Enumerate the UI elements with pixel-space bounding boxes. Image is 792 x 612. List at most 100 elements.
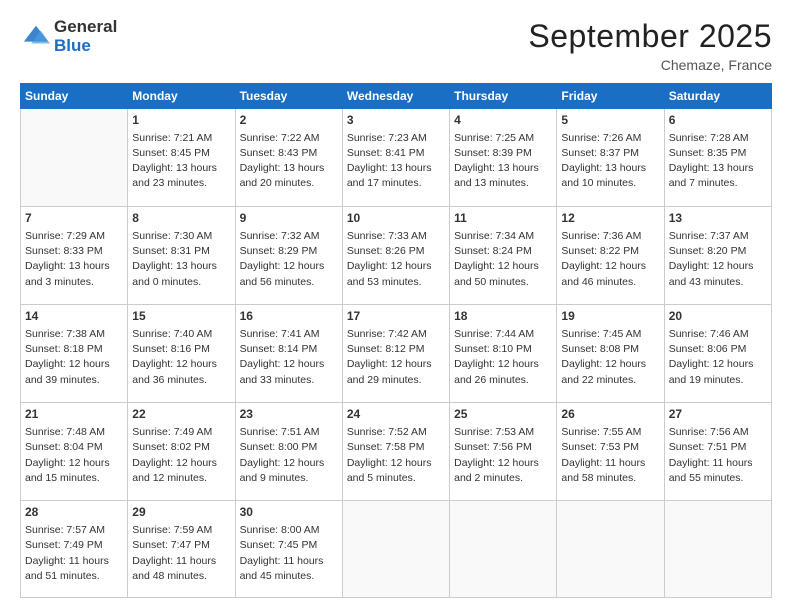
day-info: Sunrise: 7:40 AM Sunset: 8:16 PM Dayligh… bbox=[132, 327, 230, 388]
month-title: September 2025 bbox=[528, 18, 772, 55]
day-number: 24 bbox=[347, 406, 445, 423]
logo: General Blue bbox=[20, 18, 117, 55]
calendar-cell: 6 Sunrise: 7:28 AM Sunset: 8:35 PM Daylig… bbox=[664, 109, 771, 207]
day-info: Sunrise: 7:21 AM Sunset: 8:45 PM Dayligh… bbox=[132, 131, 230, 192]
day-info: Sunrise: 7:33 AM Sunset: 8:26 PM Dayligh… bbox=[347, 229, 445, 290]
day-info: Sunrise: 7:25 AM Sunset: 8:39 PM Dayligh… bbox=[454, 131, 552, 192]
calendar: SundayMondayTuesdayWednesdayThursdayFrid… bbox=[20, 83, 772, 598]
day-number: 25 bbox=[454, 406, 552, 423]
day-number: 16 bbox=[240, 308, 338, 325]
day-info: Sunrise: 7:48 AM Sunset: 8:04 PM Dayligh… bbox=[25, 425, 123, 486]
calendar-cell: 7Sunrise: 7:29 AM Sunset: 8:33 PM Daylig… bbox=[21, 207, 128, 305]
day-info: Sunrise: 7:53 AM Sunset: 7:56 PM Dayligh… bbox=[454, 425, 552, 486]
day-info: Sunrise: 7:42 AM Sunset: 8:12 PM Dayligh… bbox=[347, 327, 445, 388]
day-number: 18 bbox=[454, 308, 552, 325]
day-number: 23 bbox=[240, 406, 338, 423]
calendar-cell: 28Sunrise: 7:57 AM Sunset: 7:49 PM Dayli… bbox=[21, 501, 128, 598]
day-info: Sunrise: 7:55 AM Sunset: 7:53 PM Dayligh… bbox=[561, 425, 659, 486]
day-number: 17 bbox=[347, 308, 445, 325]
day-number: 9 bbox=[240, 210, 338, 227]
calendar-cell: 16 Sunrise: 7:41 AM Sunset: 8:14 PM Dayli… bbox=[235, 305, 342, 403]
header-row: SundayMondayTuesdayWednesdayThursdayFrid… bbox=[21, 84, 772, 109]
day-number: 2 bbox=[240, 112, 338, 129]
calendar-cell: 10Sunrise: 7:33 AM Sunset: 8:26 PM Dayli… bbox=[342, 207, 449, 305]
day-number: 11 bbox=[454, 210, 552, 227]
day-info: Sunrise: 7:41 AM Sunset: 8:14 PM Dayligh… bbox=[240, 327, 338, 388]
day-info: Sunrise: 7:26 AM Sunset: 8:37 PM Dayligh… bbox=[561, 131, 659, 192]
day-info: Sunrise: 7:23 AM Sunset: 8:41 PM Dayligh… bbox=[347, 131, 445, 192]
calendar-cell: 27 Sunrise: 7:56 AM Sunset: 7:51 PM Dayli… bbox=[664, 403, 771, 501]
day-info: Sunrise: 7:30 AM Sunset: 8:31 PM Dayligh… bbox=[132, 229, 230, 290]
day-info: Sunrise: 7:32 AM Sunset: 8:29 PM Dayligh… bbox=[240, 229, 338, 290]
calendar-cell: 29 Sunrise: 7:59 AM Sunset: 7:47 PM Dayli… bbox=[128, 501, 235, 598]
header: General Blue September 2025 Chemaze, Fra… bbox=[20, 18, 772, 73]
day-number: 21 bbox=[25, 406, 123, 423]
calendar-cell: 2 Sunrise: 7:22 AM Sunset: 8:43 PM Daylig… bbox=[235, 109, 342, 207]
calendar-cell: 5Sunrise: 7:26 AM Sunset: 8:37 PM Daylig… bbox=[557, 109, 664, 207]
calendar-cell: 19 Sunrise: 7:45 AM Sunset: 8:08 PM Dayli… bbox=[557, 305, 664, 403]
col-header-sunday: Sunday bbox=[21, 84, 128, 109]
day-number: 22 bbox=[132, 406, 230, 423]
day-info: Sunrise: 7:57 AM Sunset: 7:49 PM Dayligh… bbox=[25, 523, 123, 584]
calendar-cell: 1 Sunrise: 7:21 AM Sunset: 8:45 PM Daylig… bbox=[128, 109, 235, 207]
day-info: Sunrise: 7:51 AM Sunset: 8:00 PM Dayligh… bbox=[240, 425, 338, 486]
calendar-cell bbox=[450, 501, 557, 598]
day-number: 6 bbox=[669, 112, 767, 129]
calendar-cell: 18 Sunrise: 7:44 AM Sunset: 8:10 PM Dayli… bbox=[450, 305, 557, 403]
day-info: Sunrise: 7:45 AM Sunset: 8:08 PM Dayligh… bbox=[561, 327, 659, 388]
title-block: September 2025 Chemaze, France bbox=[528, 18, 772, 73]
calendar-cell: 26 Sunrise: 7:55 AM Sunset: 7:53 PM Dayli… bbox=[557, 403, 664, 501]
logo-icon bbox=[22, 23, 50, 51]
calendar-cell: 8 Sunrise: 7:30 AM Sunset: 8:31 PM Daylig… bbox=[128, 207, 235, 305]
day-number: 1 bbox=[132, 112, 230, 129]
page: General Blue September 2025 Chemaze, Fra… bbox=[0, 0, 792, 612]
day-number: 15 bbox=[132, 308, 230, 325]
logo-text: General Blue bbox=[54, 18, 117, 55]
day-info: Sunrise: 7:22 AM Sunset: 8:43 PM Dayligh… bbox=[240, 131, 338, 192]
day-number: 19 bbox=[561, 308, 659, 325]
col-header-wednesday: Wednesday bbox=[342, 84, 449, 109]
calendar-cell: 14Sunrise: 7:38 AM Sunset: 8:18 PM Dayli… bbox=[21, 305, 128, 403]
col-header-thursday: Thursday bbox=[450, 84, 557, 109]
calendar-cell: 30Sunrise: 8:00 AM Sunset: 7:45 PM Dayli… bbox=[235, 501, 342, 598]
day-info: Sunrise: 7:28 AM Sunset: 8:35 PM Dayligh… bbox=[669, 131, 767, 192]
calendar-cell: 20Sunrise: 7:46 AM Sunset: 8:06 PM Dayli… bbox=[664, 305, 771, 403]
col-header-monday: Monday bbox=[128, 84, 235, 109]
day-info: Sunrise: 7:38 AM Sunset: 8:18 PM Dayligh… bbox=[25, 327, 123, 388]
calendar-cell: 24 Sunrise: 7:52 AM Sunset: 7:58 PM Dayli… bbox=[342, 403, 449, 501]
day-info: Sunrise: 7:56 AM Sunset: 7:51 PM Dayligh… bbox=[669, 425, 767, 486]
day-info: Sunrise: 7:36 AM Sunset: 8:22 PM Dayligh… bbox=[561, 229, 659, 290]
day-number: 8 bbox=[132, 210, 230, 227]
day-number: 3 bbox=[347, 112, 445, 129]
col-header-saturday: Saturday bbox=[664, 84, 771, 109]
calendar-cell: 3 Sunrise: 7:23 AM Sunset: 8:41 PM Daylig… bbox=[342, 109, 449, 207]
calendar-cell: 21 Sunrise: 7:48 AM Sunset: 8:04 PM Dayli… bbox=[21, 403, 128, 501]
logo-blue-text: Blue bbox=[54, 37, 117, 56]
col-header-friday: Friday bbox=[557, 84, 664, 109]
day-info: Sunrise: 7:44 AM Sunset: 8:10 PM Dayligh… bbox=[454, 327, 552, 388]
col-header-tuesday: Tuesday bbox=[235, 84, 342, 109]
day-info: Sunrise: 7:52 AM Sunset: 7:58 PM Dayligh… bbox=[347, 425, 445, 486]
calendar-cell bbox=[21, 109, 128, 207]
day-number: 12 bbox=[561, 210, 659, 227]
calendar-cell: 9 Sunrise: 7:32 AM Sunset: 8:29 PM Daylig… bbox=[235, 207, 342, 305]
logo-general-text: General bbox=[54, 18, 117, 37]
calendar-cell bbox=[557, 501, 664, 598]
day-number: 27 bbox=[669, 406, 767, 423]
day-info: Sunrise: 7:59 AM Sunset: 7:47 PM Dayligh… bbox=[132, 523, 230, 584]
calendar-cell: 22 Sunrise: 7:49 AM Sunset: 8:02 PM Dayli… bbox=[128, 403, 235, 501]
calendar-cell: 17 Sunrise: 7:42 AM Sunset: 8:12 PM Dayli… bbox=[342, 305, 449, 403]
calendar-cell: 13Sunrise: 7:37 AM Sunset: 8:20 PM Dayli… bbox=[664, 207, 771, 305]
day-number: 26 bbox=[561, 406, 659, 423]
calendar-cell: 15 Sunrise: 7:40 AM Sunset: 8:16 PM Dayli… bbox=[128, 305, 235, 403]
day-number: 4 bbox=[454, 112, 552, 129]
calendar-cell: 25 Sunrise: 7:53 AM Sunset: 7:56 PM Dayli… bbox=[450, 403, 557, 501]
location: Chemaze, France bbox=[528, 57, 772, 73]
day-number: 29 bbox=[132, 504, 230, 521]
day-info: Sunrise: 7:49 AM Sunset: 8:02 PM Dayligh… bbox=[132, 425, 230, 486]
day-number: 20 bbox=[669, 308, 767, 325]
day-info: Sunrise: 8:00 AM Sunset: 7:45 PM Dayligh… bbox=[240, 523, 338, 584]
day-info: Sunrise: 7:34 AM Sunset: 8:24 PM Dayligh… bbox=[454, 229, 552, 290]
calendar-cell bbox=[664, 501, 771, 598]
day-info: Sunrise: 7:29 AM Sunset: 8:33 PM Dayligh… bbox=[25, 229, 123, 290]
